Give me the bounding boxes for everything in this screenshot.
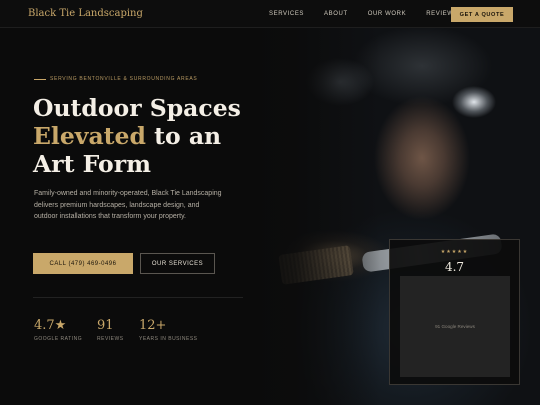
stat-label: REVIEWS <box>97 336 124 342</box>
stat-value: 4.7★ <box>34 318 67 333</box>
eyebrow-text: SERVING BENTONVILLE & SURROUNDING AREAS <box>50 76 198 82</box>
nav-link-our-work[interactable]: OUR WORK <box>368 11 406 17</box>
nav-link-about[interactable]: ABOUT <box>324 11 348 17</box>
stat-google-rating: 4.7★ GOOGLE RATING <box>34 318 82 342</box>
stat-value: 91 <box>97 318 114 333</box>
nav-link-services[interactable]: SERVICES <box>269 11 304 17</box>
our-services-button[interactable]: OUR SERVICES <box>140 253 215 274</box>
hero-photo-fade <box>250 28 380 405</box>
call-button[interactable]: CALL (479) 469-0496 <box>33 253 133 274</box>
stat-value: 12+ <box>139 318 167 333</box>
hero-description: Family-owned and minority-operated, Blac… <box>34 190 222 220</box>
top-nav: Black Tie Landscaping SERVICES ABOUT OUR… <box>0 0 540 28</box>
headline-highlight: Elevated <box>33 122 146 150</box>
hero-headline: Outdoor Spaces Elevated to an Art Form <box>33 94 263 178</box>
get-quote-button[interactable]: GET A QUOTE <box>451 7 513 22</box>
star-rating-icon: ★★★★★ <box>440 249 469 255</box>
hero-eyebrow: SERVING BENTONVILLE & SURROUNDING AREAS <box>34 76 197 82</box>
hero-divider <box>33 297 243 298</box>
headline-line-1: Outdoor Spaces <box>33 94 241 122</box>
reviews-caption: 91 Google Reviews <box>435 324 475 329</box>
stat-years: 12+ YEARS IN BUSINESS <box>139 318 198 342</box>
review-rating: 4.7 <box>444 260 465 274</box>
reviews-widget[interactable]: 91 Google Reviews <box>400 276 510 377</box>
review-card: ★★★★★ 4.7 91 Google Reviews <box>389 239 520 385</box>
stat-label: YEARS IN BUSINESS <box>139 336 198 342</box>
eyebrow-rule <box>34 78 46 80</box>
brand-logo[interactable]: Black Tie Landscaping <box>28 8 143 19</box>
stat-reviews: 91 REVIEWS <box>97 318 124 342</box>
headline-line-3: Art Form <box>33 150 151 178</box>
stat-label: GOOGLE RATING <box>34 336 83 342</box>
headline-line-2-rest: to an <box>145 122 222 150</box>
nav-links: SERVICES ABOUT OUR WORK REVIEWS <box>269 11 478 17</box>
